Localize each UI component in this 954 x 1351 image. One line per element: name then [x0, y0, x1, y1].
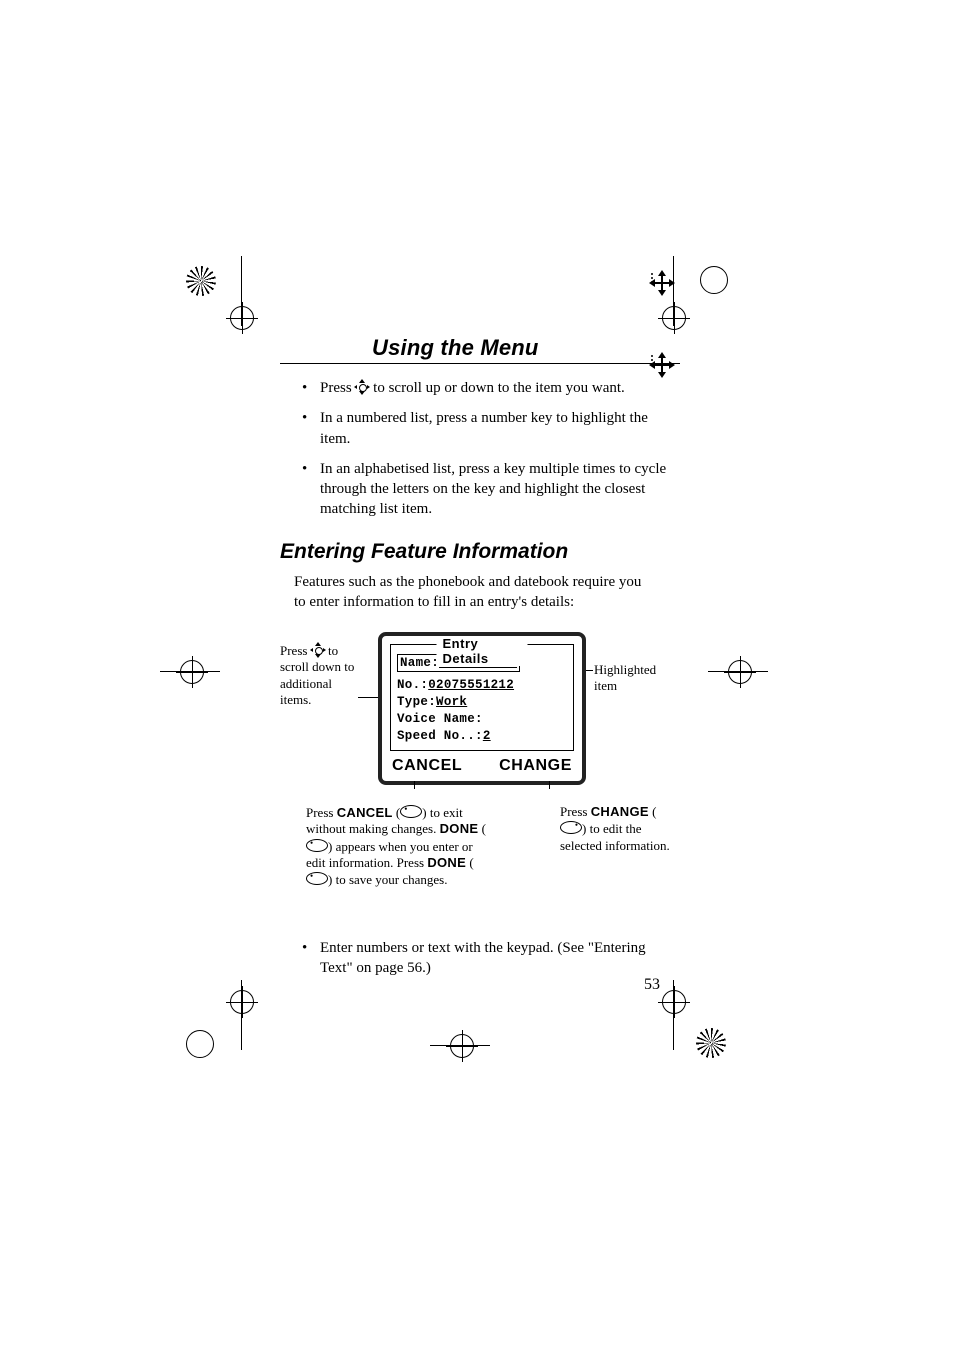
callout-text: DONE	[427, 855, 466, 870]
right-softkey-icon	[560, 821, 582, 834]
field-label: Speed No..:	[397, 729, 483, 743]
callout-text: Press	[280, 643, 307, 658]
page-number: 53	[280, 976, 660, 994]
connector-line	[414, 781, 415, 789]
callout-highlighted: Highlighted item	[594, 662, 674, 695]
connector-line	[549, 781, 550, 789]
field-value: 02075551212	[428, 678, 514, 692]
field-number: No.:02075551212	[397, 678, 567, 692]
callout-text: (	[466, 855, 474, 870]
bullet-item: In an alphabetised list, press a key mul…	[320, 459, 680, 520]
bullet-item: In a numbered list, press a number key t…	[320, 408, 680, 449]
field-speed-no: Speed No..:2	[397, 729, 567, 743]
field-value: Work	[436, 695, 467, 709]
softkey-row: CANCEL CHANGE	[382, 753, 582, 781]
bullet-item: Enter numbers or text with the keypad. (…	[320, 938, 680, 979]
bullet-item: Press to scroll up or down to the item y…	[320, 378, 680, 398]
field-label: Voice Name:	[397, 712, 483, 726]
field-label: Name:	[400, 656, 439, 670]
nav-key-icon	[355, 380, 369, 394]
arrow-cross-icon	[646, 268, 678, 300]
field-voice-name: Voice Name:	[397, 712, 567, 726]
entry-details-box: Entry Details Name:John Smith No.:020755…	[390, 644, 574, 751]
crop-mark	[718, 650, 766, 698]
intro-bullets: Press to scroll up or down to the item y…	[280, 378, 680, 520]
callout-text: Press	[306, 805, 337, 820]
page-content: Using the Menu Press to scroll up or dow…	[280, 335, 680, 997]
page-header: Using the Menu	[280, 335, 680, 364]
left-softkey-icon	[306, 839, 328, 852]
crop-mark	[440, 1024, 488, 1072]
callout-text: CHANGE	[591, 804, 649, 819]
left-softkey-icon	[400, 805, 422, 818]
callout-text: CANCEL	[337, 805, 393, 820]
closing-bullets: Enter numbers or text with the keypad. (…	[280, 938, 680, 979]
callout-cancel-done: Press CANCEL () to exit without making c…	[306, 804, 486, 888]
nav-key-icon	[311, 643, 325, 657]
left-softkey-icon	[306, 872, 328, 885]
entry-details-legend: Entry Details	[437, 636, 528, 666]
callout-text: (	[478, 821, 486, 836]
field-value: 2	[483, 729, 491, 743]
field-label: No.:	[397, 678, 428, 692]
field-type: Type:Work	[397, 695, 567, 709]
callout-text: ) to save your changes.	[328, 872, 448, 887]
callout-change: Press CHANGE () to edit the selected inf…	[560, 804, 670, 854]
connector-line	[358, 697, 378, 698]
section-intro: Features such as the phonebook and dateb…	[294, 572, 654, 613]
crop-mark	[186, 990, 234, 1038]
softkey-cancel: CANCEL	[392, 757, 462, 775]
section-heading: Entering Feature Information	[280, 540, 680, 564]
callout-text: (	[393, 805, 401, 820]
crop-mark	[680, 990, 728, 1038]
callout-text: Press	[560, 804, 591, 819]
crop-mark	[170, 650, 218, 698]
softkey-change: CHANGE	[499, 757, 572, 775]
callout-scroll-down: Press to scroll down to additional items…	[280, 643, 358, 708]
crop-mark	[680, 266, 728, 314]
entry-details-diagram: Press to scroll down to additional items…	[280, 632, 680, 922]
crop-mark	[186, 266, 234, 314]
callout-text: (	[649, 804, 657, 819]
page-title: Using the Menu	[372, 335, 539, 361]
field-label: Type:	[397, 695, 436, 709]
phone-screen: Entry Details Name:John Smith No.:020755…	[378, 632, 586, 785]
callout-text: DONE	[440, 821, 479, 836]
